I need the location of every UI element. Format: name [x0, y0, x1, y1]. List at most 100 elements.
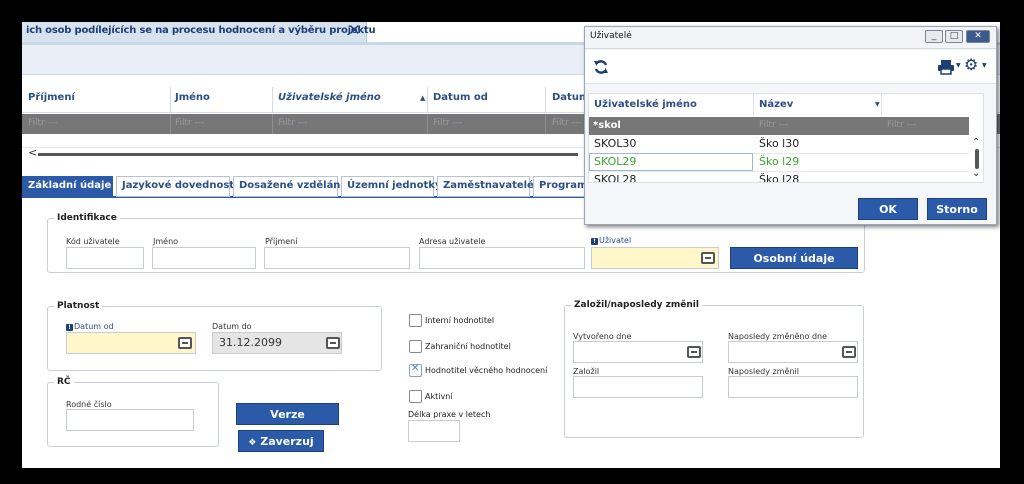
uzivatel-field[interactable]	[591, 247, 719, 269]
delka-praxe-field[interactable]	[408, 420, 460, 442]
naposledy-zmeneno-field[interactable]	[728, 341, 858, 363]
filter-uzivatelske-jmeno[interactable]: Filtr ---	[278, 118, 307, 128]
zaverzuj-icon: ❖	[248, 438, 257, 448]
filter-nazev[interactable]: Filtr ---	[759, 120, 788, 130]
hodnotitel-vecneho-hodnoceni-checkbox[interactable]	[409, 363, 422, 377]
row-username: SKOL30	[594, 137, 637, 150]
row-name: Ško l28	[759, 173, 800, 183]
gear-icon[interactable]: ⚙	[964, 55, 978, 74]
filter-uzivatelske-jmeno[interactable]: *skol	[593, 120, 621, 131]
ok-button[interactable]: OK	[858, 198, 918, 220]
uzivatel-picker-icon[interactable]	[701, 252, 715, 264]
close-tab-icon[interactable]: ✕	[348, 22, 361, 39]
zaverzuj-button[interactable]: ❖ Zaverzuj	[238, 430, 324, 452]
dialog-titlebar[interactable]: Uživatelé _ □ ✕	[585, 27, 996, 49]
zahranicni-hodnotitel-checkbox[interactable]	[409, 340, 422, 353]
tab-jazykove-dovednosti[interactable]: Jazykové dovednosti	[116, 176, 237, 197]
scrollbar-thumb[interactable]	[38, 153, 578, 156]
table-row[interactable]: SKOL30 Ško l30	[589, 135, 969, 154]
sort-ascending-icon[interactable]: ▲	[420, 94, 425, 102]
dialog-grid: Uživatelské jméno Název ▼ *skol Filtr --…	[588, 93, 984, 183]
dialog-footer: OK Storno	[585, 190, 996, 224]
verze-button[interactable]: Verze	[236, 403, 339, 425]
kod-uzivatele-label: Kód uživatele	[66, 237, 120, 246]
platnost-legend: Platnost	[57, 301, 100, 311]
uzivatele-dialog: Uživatelé _ □ ✕ ▼ ⚙ ▼ Uživatelské jméno …	[584, 26, 997, 225]
zalozil-legend: Založil/naposledy změnil	[574, 300, 699, 310]
vertical-scrollbar[interactable]: ⌃ ⌄	[970, 135, 983, 182]
printer-dropdown-icon[interactable]: ▼	[956, 62, 961, 69]
scroll-up-icon[interactable]: ⌃	[972, 137, 980, 148]
filter-datum[interactable]: Filtr ---	[552, 118, 581, 128]
rodne-cislo-field[interactable]	[66, 409, 194, 431]
datum-od-field[interactable]	[66, 332, 196, 354]
scrollbar-thumb[interactable]	[975, 149, 979, 169]
rc-legend: RČ	[57, 377, 71, 387]
scroll-down-icon[interactable]: ⌄	[972, 168, 980, 179]
adresa-uzivatele-field[interactable]	[419, 247, 585, 269]
column-uzivatelske-jmeno[interactable]: Uživatelské jméno	[589, 94, 754, 116]
zalozil-section: Založil/naposledy změnil	[564, 300, 864, 438]
naposledy-zmenil-field[interactable]	[728, 376, 858, 398]
datum-do-field[interactable]: 31.12.2099	[212, 332, 342, 354]
naposledy-zmeneno-label: Naposledy změněno dne	[728, 332, 828, 341]
prijmeni-field[interactable]	[264, 247, 410, 269]
column-nazev[interactable]: Název	[754, 94, 882, 116]
vytvoreno-dne-field[interactable]	[573, 341, 703, 363]
jmeno-field[interactable]	[152, 247, 256, 269]
close-dialog-button[interactable]: ✕	[966, 30, 990, 43]
osobni-udaje-button[interactable]: Osobní údaje	[730, 247, 858, 269]
adresa-uzivatele-label: Adresa uživatele	[419, 237, 486, 246]
row-username: SKOL28	[594, 173, 637, 183]
column-uzivatelske-jmeno[interactable]: Uživatelské jméno	[278, 92, 381, 103]
aktivni-label: Aktivní	[425, 392, 453, 401]
filter-datum-od[interactable]: Filtr ---	[433, 118, 462, 128]
minimize-button[interactable]: _	[925, 30, 943, 43]
identifikace-legend: Identifikace	[57, 213, 117, 223]
prijmeni-label: Příjmení	[265, 237, 298, 246]
refresh-icon[interactable]	[593, 59, 609, 75]
horizontal-scrollbar[interactable]: <	[22, 146, 582, 159]
column-jmeno[interactable]: Jméno	[175, 92, 210, 103]
restore-button[interactable]: □	[945, 30, 963, 43]
naposledy-zmeneno-calendar-icon[interactable]	[842, 346, 856, 358]
datum-od-label: ! Datum od	[66, 322, 114, 331]
datum-do-calendar-icon[interactable]	[326, 337, 340, 349]
scroll-left-icon[interactable]: <	[28, 146, 37, 159]
table-row[interactable]: SKOL28 Ško l28	[589, 171, 969, 183]
filter-extra[interactable]: Filtr ---	[887, 120, 916, 130]
interni-hodnotitel-checkbox[interactable]	[409, 314, 422, 327]
document-tab[interactable]: ich osob podílejících se na procesu hodn…	[22, 22, 376, 42]
table-row-selected[interactable]: SKOL29 Ško l29	[589, 153, 969, 172]
detail-tabs: Základní údaje Jazykové dovednosti Dosaž…	[22, 174, 622, 198]
column-datum-od[interactable]: Datum od	[433, 92, 488, 103]
row-name: Ško l29	[759, 155, 800, 168]
hodnotitel-vecneho-hodnoceni-label: Hodnotitel věcného hodnocení	[425, 366, 548, 375]
zalozil-field[interactable]	[573, 376, 703, 398]
naposledy-zmenil-label: Naposledy změnil	[728, 367, 799, 376]
row-name: Ško l30	[759, 137, 800, 150]
storno-button[interactable]: Storno	[927, 198, 987, 220]
tab-dosazene-vzdelani[interactable]: Dosažené vzdělání	[233, 176, 344, 197]
tab-zakladni-udaje[interactable]: Základní údaje	[22, 176, 113, 197]
uzivatel-label: ! Uživatel	[591, 236, 631, 245]
info-icon: !	[591, 238, 598, 245]
vytvoreno-calendar-icon[interactable]	[687, 346, 701, 358]
document-tab-title: ich osob podílejících se na procesu hodn…	[26, 25, 376, 36]
gear-dropdown-icon[interactable]: ▼	[982, 62, 987, 69]
rodne-cislo-label: Rodné číslo	[66, 400, 112, 409]
tab-uzemni-jednotky[interactable]: Územní jednotky	[341, 176, 441, 197]
aktivni-checkbox[interactable]	[409, 390, 422, 403]
kod-uzivatele-field[interactable]	[66, 247, 144, 269]
dialog-filter-row: *skol Filtr --- Filtr ---	[589, 117, 969, 135]
zahranicni-hodnotitel-label: Zahraniční hodnotitel	[425, 342, 511, 351]
zaverzuj-label: Zaverzuj	[260, 435, 314, 448]
tab-zamestnavatele[interactable]: Zaměstnavatelé	[437, 176, 534, 197]
column-prijmeni[interactable]: Příjmení	[28, 92, 75, 103]
printer-icon[interactable]	[937, 59, 955, 75]
filter-jmeno[interactable]: Filtr ---	[175, 118, 204, 128]
datum-od-calendar-icon[interactable]	[178, 337, 192, 349]
filter-prijmeni[interactable]: Filtr ---	[28, 118, 57, 128]
sort-descending-icon[interactable]: ▼	[875, 101, 880, 108]
jmeno-label: Jméno	[153, 237, 179, 246]
